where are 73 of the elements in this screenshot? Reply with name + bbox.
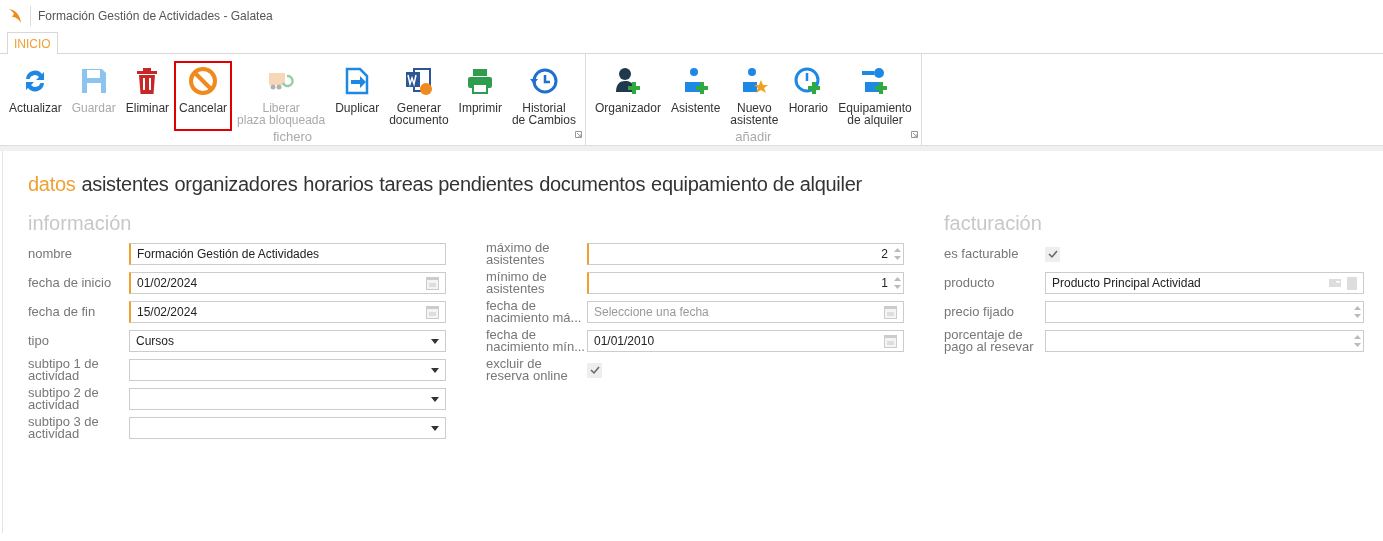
group-label: fichero [272,131,312,145]
field-label: nombre [28,248,74,260]
date-field[interactable]: 01/02/2024 [129,272,446,294]
number-field[interactable] [1045,330,1364,352]
checkbox[interactable] [587,362,602,378]
word-document-icon [403,66,434,96]
dropdown-caret-icon[interactable] [431,425,439,431]
toolbar-button[interactable]: Duplicar [330,61,385,131]
checkbox[interactable] [1045,246,1060,262]
toolbar-button[interactable]: Actualizar [4,61,67,131]
dropdown-caret-icon[interactable] [431,367,439,373]
field-label: subtipo 1 de actividad [28,358,100,382]
spinner-arrows-icon[interactable] [894,275,901,291]
toolbar-button[interactable]: Equipamiento de alquiler [833,61,917,131]
toolbar-button[interactable]: Imprimir [453,61,507,131]
field-label: subtipo 3 de actividad [28,416,100,440]
section-tab[interactable]: organizadores [174,173,298,196]
field-label: mínimo de asistentes [486,271,548,295]
spinner-arrows-icon[interactable] [1354,333,1361,349]
input-field[interactable]: Formación Gestión de Actividades [129,243,446,265]
field-label: tipo [28,335,50,347]
field-label: fecha de inicio [28,277,113,289]
section-tab[interactable]: horarios [303,173,374,196]
toolbar-button[interactable]: Historial de Cambios [506,61,581,131]
toolbar-button[interactable]: Nuevo asistente [725,61,784,131]
spinner-arrows-icon[interactable] [1354,304,1361,320]
dropdown-field[interactable] [129,417,446,439]
number-field[interactable]: 1 [587,272,904,294]
field-label: producto [944,277,996,289]
field-label: subtipo 2 de actividad [28,387,100,411]
section-tab[interactable]: tareas pendientes [379,173,534,196]
group-label: añadir [735,131,772,145]
history-clock-icon [528,66,559,96]
date-field[interactable]: 01/01/2010 [587,330,904,352]
field-label: máximo de asistentes [486,242,551,266]
dropdown-field[interactable] [129,359,446,381]
lookup-field[interactable]: Producto Principal Actividad [1045,272,1364,294]
toolbar-button[interactable]: Asistente [665,61,726,131]
dropdown-caret-icon[interactable] [431,396,439,402]
field-label: es facturable [944,248,1020,260]
calendar-icon[interactable] [884,334,897,348]
calendar-icon[interactable] [426,305,439,319]
card-icon[interactable] [1329,279,1341,287]
spinner-arrows-icon[interactable] [894,246,901,262]
app-logo-icon [8,8,22,24]
printer-icon [466,67,495,95]
dropdown-field[interactable] [129,388,446,410]
dialog-launcher-icon[interactable] [574,131,582,138]
calendar-icon[interactable] [426,276,439,290]
toolbar-button[interactable]: Cancelar [174,61,233,131]
prohibited-icon [188,66,219,96]
dropdown-caret-icon[interactable] [431,338,439,344]
dialog-launcher-icon[interactable] [910,131,918,138]
toolbar-button[interactable]: Generar documento [384,61,454,131]
toolbar-button[interactable]: Organizador [589,61,666,131]
toolbar-button[interactable]: Eliminar [120,61,175,131]
section-tab[interactable]: equipamiento de alquiler [651,173,862,196]
number-field[interactable] [1045,301,1364,323]
date-field[interactable]: 15/02/2024 [129,301,446,323]
toolbar-button[interactable]: Horario [783,61,834,131]
number-field[interactable]: 2 [587,243,904,265]
field-label: excluir de reserva online [486,358,569,382]
section-tab[interactable]: asistentes [81,173,169,196]
field-label: fecha de nacimiento mín... [486,329,586,353]
field-label: fecha de fin [28,306,97,318]
window-title: Formación Gestión de Actividades - Galatea [30,6,273,26]
field-label: precio fijado [944,306,1016,318]
calendar-icon[interactable] [884,305,897,319]
field-label: fecha de nacimiento má... [486,300,583,324]
document-icon[interactable] [1347,276,1357,290]
field-label: porcentaje de pago al resevar [944,329,1035,353]
section-tab[interactable]: documentos [539,173,646,196]
dropdown-field[interactable]: Cursos [129,330,446,352]
